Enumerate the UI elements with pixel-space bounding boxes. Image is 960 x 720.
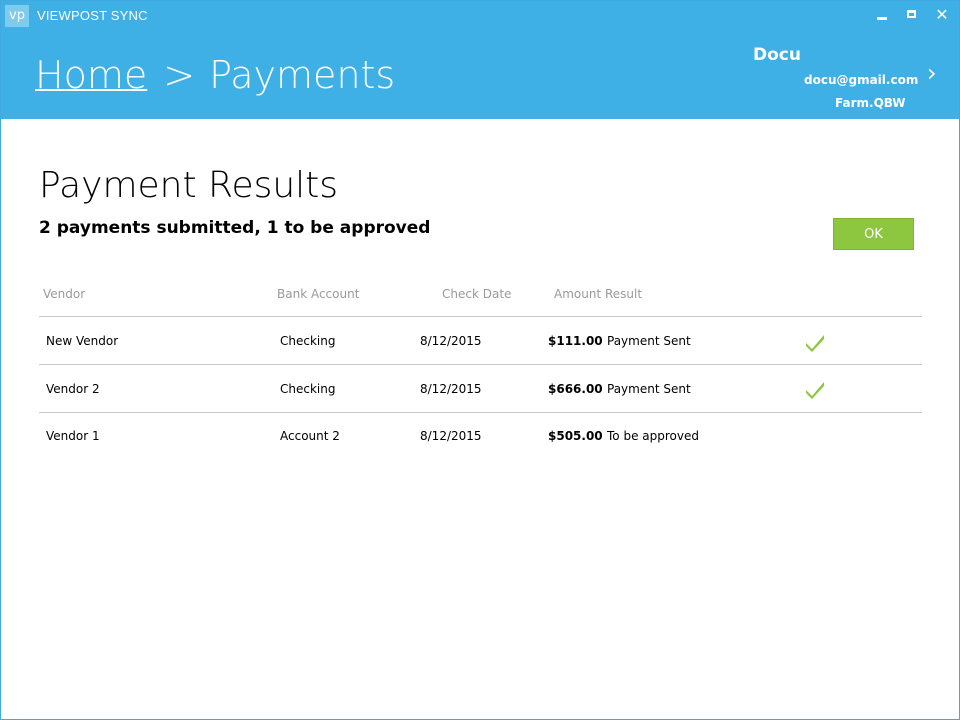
column-header-amount-result: Amount Result (554, 287, 643, 301)
minimize-button[interactable] (869, 5, 895, 25)
user-email: docu@gmail.com (804, 73, 919, 87)
ok-button[interactable]: OK (833, 218, 914, 250)
app-title: VIEWPOST SYNC (37, 8, 148, 23)
table-divider (39, 316, 922, 317)
table-divider (39, 412, 922, 413)
cell-check-date: 8/12/2015 (420, 334, 482, 348)
check-icon (806, 382, 824, 399)
maximize-button[interactable] (899, 5, 925, 25)
cell-bank-account: Checking (280, 382, 336, 396)
cell-vendor: New Vendor (46, 334, 119, 348)
close-button[interactable]: ✕ (929, 5, 955, 25)
header-bar: vp VIEWPOST SYNC ✕ Home > Payments Docu do… (1, 1, 959, 119)
column-header-check-date: Check Date (442, 287, 512, 301)
breadcrumb-current: Payments (209, 53, 396, 97)
chevron-right-icon[interactable]: › (927, 61, 937, 85)
cell-bank-account: Account 2 (280, 429, 340, 443)
table-divider (39, 364, 922, 365)
cell-vendor: Vendor 2 (46, 382, 100, 396)
cell-result: To be approved (607, 429, 699, 443)
close-icon: ✕ (935, 5, 949, 24)
company-file: Farm.QBW (835, 96, 906, 110)
column-header-vendor: Vendor (43, 287, 86, 301)
cell-result: Payment Sent (607, 382, 691, 396)
page-subtitle: 2 payments submitted, 1 to be approved (39, 218, 431, 238)
breadcrumb-home-link[interactable]: Home (35, 53, 147, 97)
cell-result: Payment Sent (607, 334, 691, 348)
page-title: Payment Results (39, 165, 339, 206)
cell-amount: $666.00 (548, 382, 603, 396)
app-logo: vp (5, 5, 29, 27)
cell-check-date: 8/12/2015 (420, 382, 482, 396)
check-icon (806, 335, 824, 352)
breadcrumb-separator: > (163, 53, 196, 97)
user-name: Docu (753, 45, 801, 65)
cell-amount: $111.00 (548, 334, 603, 348)
maximize-icon (907, 10, 916, 18)
cell-check-date: 8/12/2015 (420, 429, 482, 443)
app-window: vp VIEWPOST SYNC ✕ Home > Payments Docu do… (0, 0, 960, 720)
column-header-bank-account: Bank Account (277, 287, 360, 301)
cell-vendor: Vendor 1 (46, 429, 100, 443)
breadcrumb: Home > Payments (35, 53, 395, 101)
cell-amount: $505.00 (548, 429, 603, 443)
cell-bank-account: Checking (280, 334, 336, 348)
minimize-icon (877, 17, 887, 20)
title-bar: vp VIEWPOST SYNC ✕ (1, 1, 959, 31)
